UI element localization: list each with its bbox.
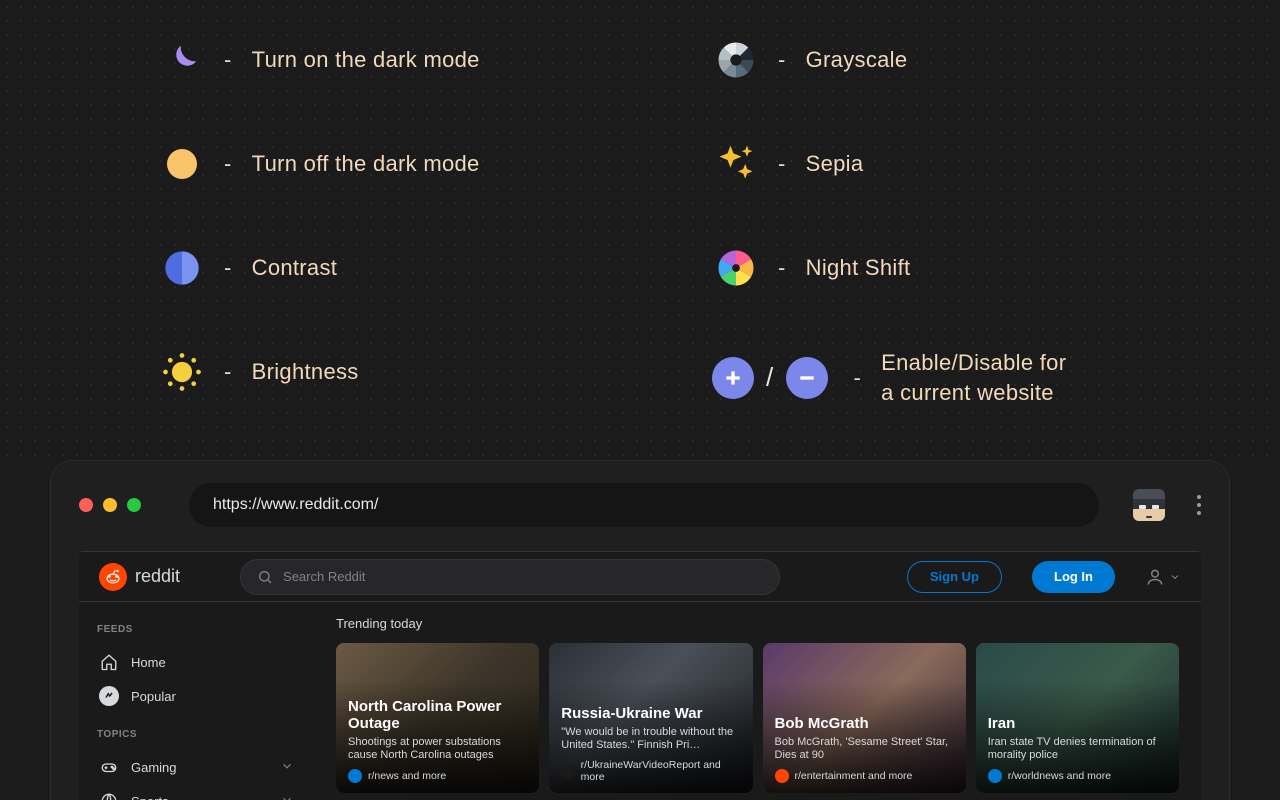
trending-card-sub: r/entertainment and more [795, 770, 913, 782]
home-icon [99, 652, 119, 672]
browser-bar: https://www.reddit.com/ [79, 483, 1201, 527]
legend-label: Turn on the dark mode [252, 47, 480, 73]
contrast-icon [158, 244, 206, 292]
trending-heading: Trending today [336, 616, 1179, 631]
trending-card-desc: "We would be in trouble without the Unit… [561, 726, 740, 754]
legend-item-enable-disable: / - Enable/Disable for a current website [712, 348, 1166, 407]
trending-card-title: Bob McGrath [775, 715, 954, 732]
legend-label: Turn off the dark mode [252, 151, 480, 177]
legend-item-nightshift: - Night Shift [712, 244, 1166, 292]
minus-icon [786, 357, 828, 399]
chevron-down-icon [280, 759, 294, 776]
trending-card-sub: r/worldnews and more [1008, 770, 1111, 782]
reddit-header: reddit Search Reddit Sign Up Log In [79, 552, 1201, 602]
trending-card[interactable]: Russia-Ukraine War "We would be in troubl… [549, 643, 752, 793]
legend-label: Enable/Disable for [881, 348, 1066, 378]
chevron-down-icon [1169, 571, 1181, 583]
extension-icon[interactable] [1133, 489, 1165, 521]
url-text: https://www.reddit.com/ [213, 496, 378, 514]
sidebar-item-gaming[interactable]: Gaming [97, 750, 296, 784]
subreddit-icon [988, 769, 1002, 783]
color-wheel-icon [712, 244, 760, 292]
legend-item-dark-on: - Turn on the dark mode [158, 36, 612, 84]
signup-button[interactable]: Sign Up [907, 561, 1002, 593]
more-icon[interactable] [1197, 495, 1201, 515]
brightness-icon [158, 348, 206, 396]
window-controls[interactable] [79, 498, 141, 512]
login-button[interactable]: Log In [1032, 561, 1115, 593]
trending-card-sub: r/news and more [368, 770, 446, 782]
legend-label: Grayscale [806, 47, 908, 73]
reddit-logo-icon [99, 563, 127, 591]
sidebar-item-home[interactable]: Home [97, 645, 296, 679]
reddit-main: Trending today North Carolina Power Outa… [314, 602, 1201, 800]
trending-card-title: Russia-Ukraine War [561, 705, 740, 722]
reddit-app: reddit Search Reddit Sign Up Log In FEED… [79, 551, 1201, 800]
user-icon [1145, 567, 1165, 587]
legend-item-sepia: - Sepia [712, 140, 1166, 188]
reddit-sidebar: FEEDS Home Popular TOPICS Gaming S [79, 602, 314, 800]
legend-item-brightness: - Brightness [158, 348, 612, 396]
minimize-icon[interactable] [103, 498, 117, 512]
slash-separator: / [766, 362, 774, 393]
search-input[interactable]: Search Reddit [240, 559, 780, 595]
sun-icon [158, 140, 206, 188]
legend-item-grayscale: - Grayscale [712, 36, 1166, 84]
legend-label: Sepia [806, 151, 864, 177]
legend-label: Night Shift [806, 255, 911, 281]
search-placeholder: Search Reddit [283, 569, 365, 584]
browser-window: https://www.reddit.com/ reddit Sea [50, 460, 1230, 800]
legend-item-dark-off: - Turn off the dark mode [158, 140, 612, 188]
sparkles-icon [712, 140, 760, 188]
reddit-logo[interactable]: reddit [99, 563, 180, 591]
subreddit-icon [561, 764, 574, 778]
legend-label: Brightness [252, 359, 359, 385]
reddit-logo-text: reddit [135, 566, 180, 587]
legend-right-col: - Grayscale - Sepia [712, 36, 1166, 407]
subreddit-icon [348, 769, 362, 783]
moon-icon [158, 36, 206, 84]
feeds-heading: FEEDS [97, 624, 296, 635]
trending-card[interactable]: Bob McGrath Bob McGrath, 'Sesame Street' … [763, 643, 966, 793]
maximize-icon[interactable] [127, 498, 141, 512]
trending-card-desc: Bob McGrath, 'Sesame Street' Star, Dies … [775, 736, 954, 764]
user-menu[interactable] [1145, 567, 1181, 587]
popular-icon [99, 686, 119, 706]
search-icon [257, 569, 273, 585]
legend-label: Contrast [252, 255, 338, 281]
topics-heading: TOPICS [97, 729, 296, 740]
sports-icon [99, 791, 119, 800]
trending-card[interactable]: Iran Iran state TV denies termination of … [976, 643, 1179, 793]
trending-card[interactable]: North Carolina Power Outage Shootings at … [336, 643, 539, 793]
close-icon[interactable] [79, 498, 93, 512]
plus-icon [712, 357, 754, 399]
legend-label-line2: a current website [881, 378, 1066, 408]
gaming-icon [99, 757, 119, 777]
trending-card-desc: Shootings at power substations cause Nor… [348, 736, 527, 764]
subreddit-icon [775, 769, 789, 783]
trending-card-title: North Carolina Power Outage [348, 698, 527, 733]
legend: - Turn on the dark mode - Turn off the d… [158, 36, 1166, 407]
url-bar[interactable]: https://www.reddit.com/ [189, 483, 1099, 527]
legend-left-col: - Turn on the dark mode - Turn off the d… [158, 36, 612, 407]
sidebar-item-popular[interactable]: Popular [97, 679, 296, 713]
trending-card-desc: Iran state TV denies termination of mora… [988, 736, 1167, 764]
grayscale-wheel-icon [712, 36, 760, 84]
legend-item-contrast: - Contrast [158, 244, 612, 292]
chevron-down-icon [280, 793, 294, 800]
trending-card-title: Iran [988, 715, 1167, 732]
trending-card-sub: r/UkraineWarVideoReport and more [581, 759, 741, 783]
sidebar-item-sports[interactable]: Sports [97, 784, 296, 800]
